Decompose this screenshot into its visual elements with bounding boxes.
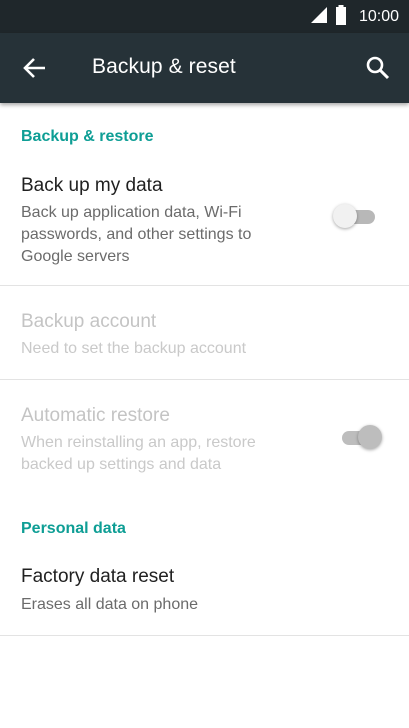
status-icons: 10:00	[310, 4, 399, 30]
status-bar: 10:00	[0, 0, 409, 33]
divider	[0, 635, 409, 636]
battery-icon	[335, 4, 347, 30]
app-bar: Backup & reset	[0, 33, 409, 103]
section-header-backup-restore: Backup & restore	[21, 128, 154, 145]
setting-summary: Need to set the backup account	[21, 340, 247, 357]
setting-title: Backup account	[21, 311, 157, 332]
setting-title: Automatic restore	[21, 405, 170, 426]
setting-factory-reset[interactable]: Factory data reset Erases all data on ph…	[0, 555, 409, 635]
backup-data-toggle[interactable]	[333, 203, 379, 229]
back-arrow-icon[interactable]	[22, 57, 48, 79]
toggle-thumb	[358, 425, 382, 449]
signal-icon	[310, 6, 328, 29]
setting-summary: When reinstalling an app, restore backed…	[21, 434, 256, 473]
section-header-personal-data: Personal data	[21, 520, 126, 537]
setting-summary: Back up application data, Wi-Fi password…	[21, 204, 252, 265]
setting-title: Factory data reset	[21, 566, 175, 587]
page-title: Backup & reset	[92, 55, 236, 78]
search-icon[interactable]	[365, 55, 391, 81]
setting-title: Back up my data	[21, 175, 163, 196]
toggle-thumb	[333, 204, 357, 228]
setting-backup-account[interactable]: Backup account Need to set the backup ac…	[0, 286, 409, 379]
setting-automatic-restore[interactable]: Automatic restore When reinstalling an a…	[0, 380, 409, 495]
clock: 10:00	[358, 8, 399, 25]
automatic-restore-toggle[interactable]	[338, 424, 384, 450]
setting-backup-data[interactable]: Back up my data Back up application data…	[0, 165, 409, 285]
setting-summary: Erases all data on phone	[21, 596, 199, 613]
